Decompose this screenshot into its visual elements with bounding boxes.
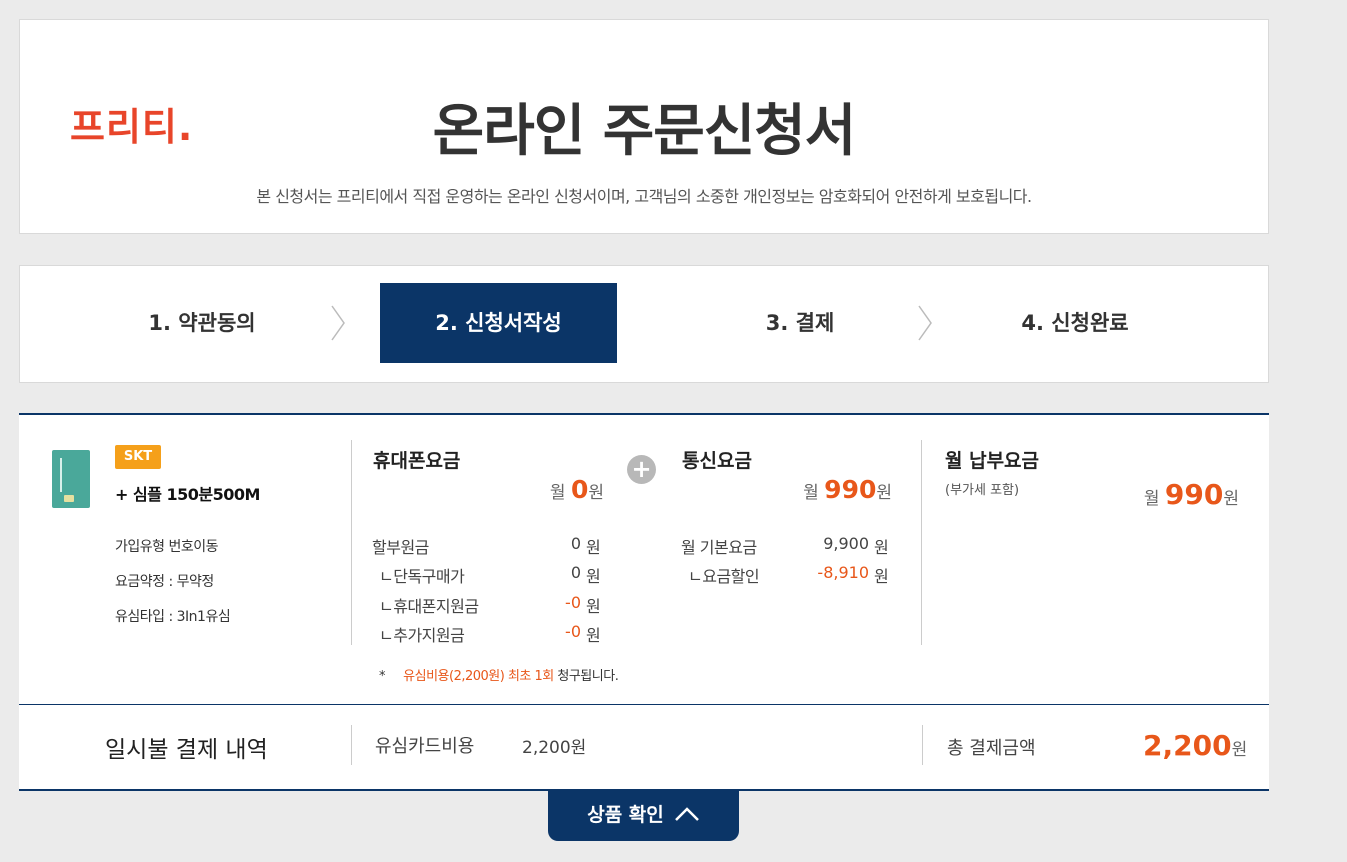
step-payment: 3. 결제	[765, 311, 835, 335]
order-summary-panel: SKT + 심플 150분500M 가입유형 번호이동 요금약정 : 무약정 유…	[19, 413, 1269, 791]
phone-subsidy-value: -0	[565, 593, 581, 612]
step-progress: 1. 약관동의 2. 신청서작성 3. 결제 4. 신청완료	[19, 265, 1269, 383]
installment-label: 할부원금	[372, 538, 429, 557]
chevron-up-icon	[674, 806, 699, 821]
sim-fee-notice: * 유심비용(2,200원) 최초 1회 청구됩니다.	[379, 669, 619, 684]
fee-discount-value: -8,910	[817, 563, 869, 582]
total-payment-label: 총 결제금액	[947, 738, 1036, 759]
single-purchase-label: ㄴ단독구매가	[379, 567, 465, 586]
sim-card-image	[52, 450, 90, 508]
section-divider	[19, 704, 1269, 705]
unit-label: 원	[874, 567, 889, 586]
vat-included-note: (부가세 포함)	[945, 483, 1020, 498]
contract-type: 요금약정 : 무약정	[115, 574, 214, 590]
step-complete: 4. 신청완료	[1021, 311, 1129, 335]
page-title: 온라인 주문신청서	[432, 99, 857, 164]
installment-value: 0	[570, 534, 581, 553]
product-confirm-button[interactable]: 상품 확인	[548, 791, 739, 841]
divider	[922, 725, 923, 765]
unit-label: 원	[586, 626, 601, 645]
chevron-right-icon	[918, 305, 932, 341]
unit-label: 원	[586, 597, 601, 616]
chevron-right-icon	[331, 305, 345, 341]
join-type: 가입유형 번호이동	[115, 539, 219, 555]
step-application-form: 2. 신청서작성	[380, 283, 617, 363]
extra-subsidy-value: -0	[565, 622, 581, 641]
carrier-badge: SKT	[115, 445, 161, 469]
sim-type: 유심타입 : 3In1유심	[115, 609, 231, 625]
sim-card-cost-value: 2,200원	[522, 738, 587, 758]
header-panel: 프리티. 온라인 주문신청서 본 신청서는 프리티에서 직접 운영하는 온라인 …	[19, 19, 1269, 234]
plan-name: + 심플 150분500M	[115, 485, 260, 504]
one-time-payment-title: 일시불 결제 내역	[105, 737, 268, 763]
plus-circle-icon: +	[627, 455, 656, 484]
monthly-total-title: 월 납부요금	[945, 450, 1040, 472]
divider	[351, 725, 352, 765]
fee-discount-label: ㄴ요금할인	[688, 567, 760, 586]
base-fee-label: 월 기본요금	[681, 538, 757, 557]
unit-label: 원	[586, 538, 601, 557]
phone-fee-monthly: 월 0원	[549, 475, 604, 504]
comm-fee-title: 통신요금	[682, 450, 752, 472]
phone-subsidy-label: ㄴ휴대폰지원금	[379, 597, 479, 616]
extra-subsidy-label: ㄴ추가지원금	[379, 626, 465, 645]
unit-label: 원	[586, 567, 601, 586]
divider	[351, 440, 352, 645]
unit-label: 원	[874, 538, 889, 557]
phone-fee-title: 휴대폰요금	[373, 450, 461, 472]
page-description: 본 신청서는 프리티에서 직접 운영하는 온라인 신청서이며, 고객님의 소중한…	[256, 187, 1032, 206]
total-payment-amount: 2,200원	[1143, 729, 1248, 762]
divider	[921, 440, 922, 645]
sim-card-cost-label: 유심카드비용	[375, 736, 475, 757]
step-terms: 1. 약관동의	[148, 311, 256, 335]
monthly-total-amount: 월 990원	[1143, 478, 1239, 511]
comm-fee-monthly: 월 990원	[803, 475, 892, 504]
single-purchase-value: 0	[570, 563, 581, 582]
base-fee-value: 9,900	[823, 534, 869, 553]
